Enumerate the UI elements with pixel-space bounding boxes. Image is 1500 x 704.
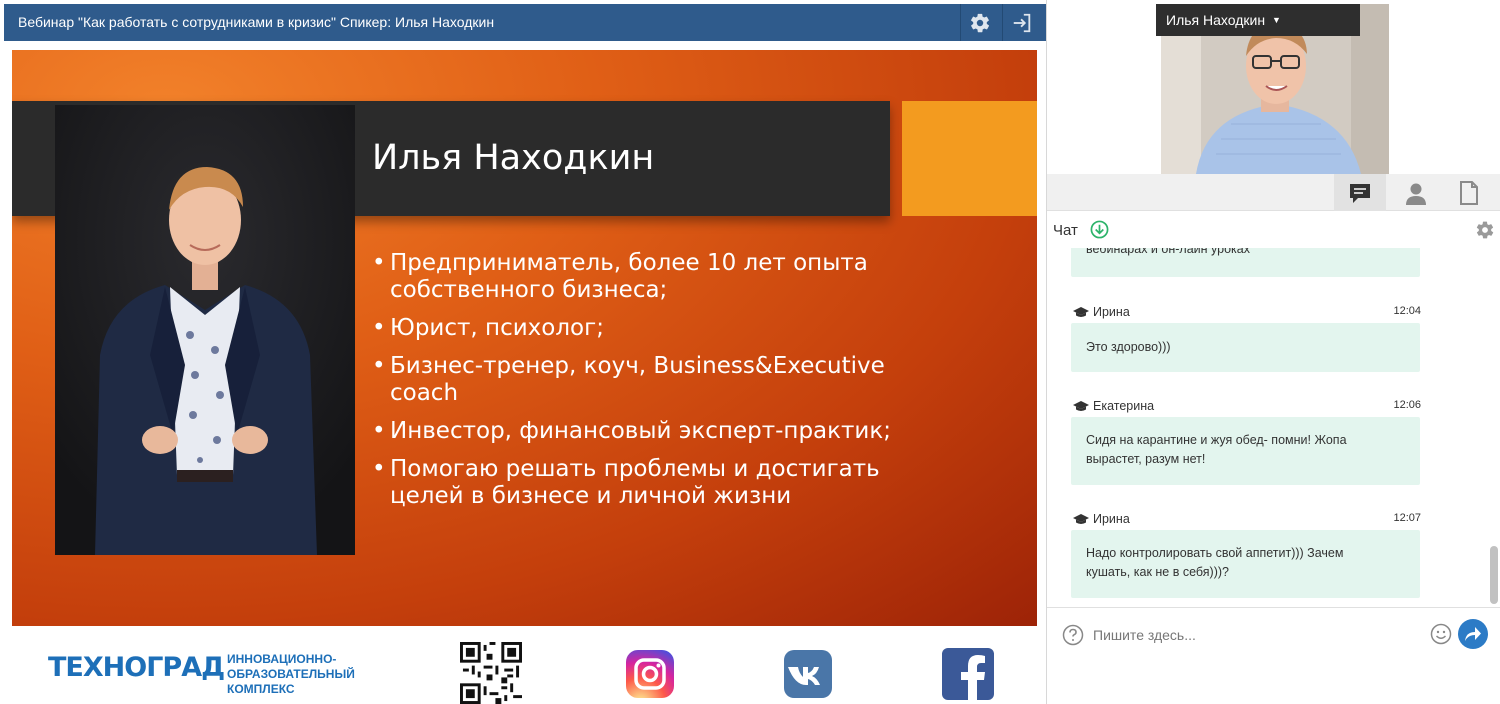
slide-bullet-list: Предприниматель, более 10 лет опыта собс… (372, 250, 892, 521)
chat-message-text: вебинарах и он-лайн уроках (1086, 248, 1250, 256)
side-panel: Чат вебинарах и он-лайн уроках Ирина 12:… (1047, 0, 1500, 704)
chat-settings-icon[interactable] (1475, 220, 1495, 240)
org-line-1: ИННОВАЦИОННО- (227, 652, 337, 666)
tab-chat[interactable] (1334, 174, 1386, 211)
chat-time: 12:06 (1393, 399, 1421, 411)
download-icon[interactable] (1090, 220, 1109, 239)
chat-message-text: кушать, как не в себя)))? (1086, 565, 1229, 579)
chat-message-bubble: Надо контролировать свой аппетит))) Заче… (1071, 530, 1420, 598)
chat-input-row (1047, 607, 1500, 662)
chat-time: 12:07 (1393, 512, 1421, 524)
send-arrow-icon (1465, 627, 1481, 641)
instagram-icon[interactable] (626, 650, 674, 698)
send-button[interactable] (1458, 619, 1488, 649)
chat-icon (1350, 183, 1370, 203)
chat-message-text: Надо контролировать свой аппетит))) Заче… (1086, 546, 1344, 560)
graduation-cap-icon (1073, 307, 1089, 318)
bullet-item: Предприниматель, более 10 лет опыта собс… (372, 250, 892, 304)
chat-header: Чат (1047, 214, 1500, 246)
slide-footer: ТЕХНОГРАД ИННОВАЦИОННО- ОБРАЗОВАТЕЛЬНЫЙ … (12, 626, 1037, 704)
vk-icon[interactable] (784, 650, 832, 698)
exit-icon (1013, 13, 1030, 32)
webinar-title-bar: Вебинар "Как работать с сотрудниками в к… (4, 4, 1046, 41)
tab-files[interactable] (1443, 174, 1495, 211)
bullet-item: Юрист, психолог; (372, 315, 892, 342)
chat-message-header: Ирина 12:04 (1073, 305, 1421, 321)
exit-button[interactable] (1002, 4, 1040, 41)
chat-time: 12:04 (1393, 305, 1421, 317)
panel-tabs (1047, 174, 1500, 211)
graduation-cap-icon (1073, 401, 1089, 412)
chat-author: Ирина (1093, 305, 1130, 319)
chat-message-bubble: Это здорово))) (1071, 323, 1420, 372)
bullet-item: Помогаю решать проблемы и достигать целе… (372, 456, 892, 510)
qr-code-icon (460, 642, 522, 704)
webinar-title: Вебинар "Как работать с сотрудниками в к… (18, 14, 495, 30)
chat-message-header: Ирина 12:07 (1073, 512, 1421, 528)
settings-button[interactable] (960, 4, 998, 41)
speaker-selector-dropdown[interactable]: Илья Находкин ▼ (1156, 4, 1360, 36)
help-icon[interactable] (1062, 624, 1084, 646)
chat-message-list[interactable]: вебинарах и он-лайн уроках Ирина 12:04 Э… (1047, 248, 1500, 606)
slide-accent-box (902, 101, 1037, 216)
chat-message-bubble: вебинарах и он-лайн уроках (1071, 248, 1420, 277)
facebook-icon[interactable] (942, 648, 994, 700)
chat-message-text: вырастет, разум нет! (1086, 452, 1206, 466)
chat-author: Екатерина (1093, 399, 1155, 413)
graduation-cap-icon (1073, 514, 1089, 525)
organization-caption: ИННОВАЦИОННО- ОБРАЗОВАТЕЛЬНЫЙ КОМПЛЕКС (227, 652, 355, 697)
chat-message-text: Это здорово))) (1086, 340, 1171, 354)
webinar-area: Вебинар "Как работать с сотрудниками в к… (0, 0, 1047, 704)
user-icon (1406, 183, 1426, 205)
chat-message-header: Екатерина 12:06 (1073, 399, 1421, 415)
caret-down-icon: ▼ (1271, 15, 1281, 25)
emoji-icon[interactable] (1430, 623, 1452, 645)
chat-message-bubble: Сидя на карантине и жуя обед- помни! Жоп… (1071, 417, 1420, 485)
gear-icon (970, 13, 989, 32)
chat-message-text: Сидя на карантине и жуя обед- помни! Жоп… (1086, 433, 1347, 447)
file-icon (1460, 180, 1478, 205)
chat-title: Чат (1053, 222, 1078, 239)
speaker-photo (55, 105, 355, 555)
tekhnograd-logo: ТЕХНОГРАД (48, 652, 225, 683)
speaker-selector-label: Илья Находкин (1166, 12, 1266, 28)
chat-author: Ирина (1093, 512, 1130, 526)
org-line-3: КОМПЛЕКС (227, 682, 295, 696)
presentation-slide: Илья Находкин Предприниматель, более 10 … (12, 50, 1037, 626)
tab-participants[interactable] (1390, 174, 1442, 211)
org-line-2: ОБРАЗОВАТЕЛЬНЫЙ (227, 667, 355, 681)
chat-message-input[interactable] (1093, 622, 1423, 648)
chat-scrollbar[interactable] (1490, 546, 1498, 604)
bullet-item: Инвестор, финансовый эксперт-практик; (372, 418, 892, 445)
bullet-item: Бизнес-тренер, коуч, Business&Executive … (372, 353, 892, 407)
slide-speaker-name: Илья Находкин (372, 138, 655, 178)
